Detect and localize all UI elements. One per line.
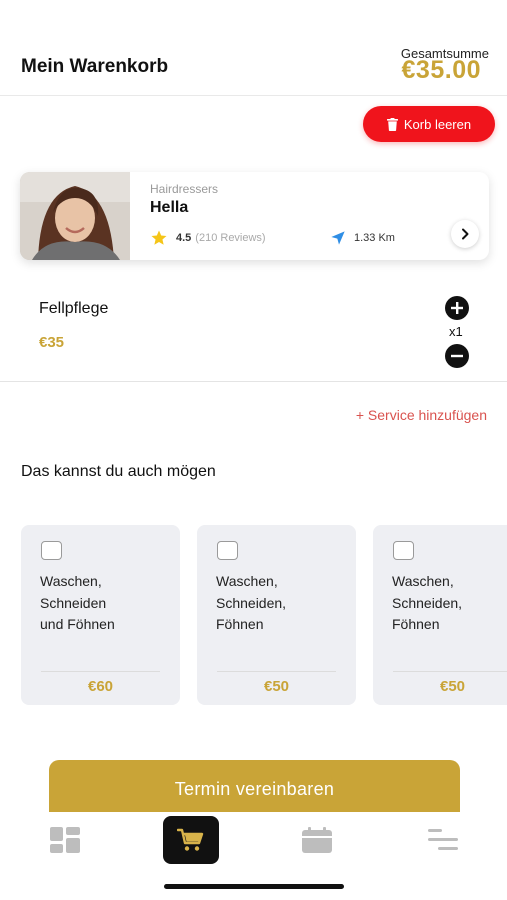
- calendar-icon: [302, 827, 332, 853]
- recommendation-label: Waschen, Schneiden, Föhnen: [216, 573, 287, 632]
- salon-card[interactable]: Hairdressers Hella 4.5 (210 Reviews) 1.3…: [20, 172, 489, 260]
- recommendation-label: Waschen, Schneiden, Föhnen: [392, 573, 463, 632]
- recommendation-card[interactable]: Waschen, Schneiden, Föhnen €50: [373, 525, 507, 705]
- select-checkbox[interactable]: [217, 541, 238, 560]
- plus-icon: [451, 302, 463, 314]
- tab-menu[interactable]: [415, 816, 471, 864]
- location-arrow-icon: [331, 231, 345, 245]
- tab-dashboard[interactable]: [37, 816, 93, 864]
- divider: [41, 671, 160, 672]
- minus-icon: [451, 354, 463, 358]
- recommendation-price: €60: [87, 678, 114, 695]
- tab-cart[interactable]: [163, 816, 219, 864]
- tab-calendar[interactable]: [289, 816, 345, 864]
- recommendation-price: €50: [263, 678, 290, 695]
- home-indicator: [164, 884, 344, 889]
- cart-item: Fellpflege €35 x1: [0, 284, 507, 382]
- salon-name: Hella: [150, 199, 189, 216]
- salon-category: Hairdressers: [150, 182, 219, 196]
- cart-icon: [177, 828, 204, 851]
- select-checkbox[interactable]: [41, 541, 62, 560]
- recommendations-title: Das kannst du auch mögen: [21, 463, 216, 480]
- rating-value: 4.5: [176, 232, 192, 244]
- page-title: Mein Warenkorb: [21, 56, 169, 77]
- salon-detail-button[interactable]: [451, 220, 479, 248]
- header: Mein Warenkorb Gesamtsumme €35.00: [0, 0, 507, 96]
- distance-value: 1.33 Km: [354, 232, 395, 244]
- recommendation-card[interactable]: Waschen, Schneiden und Föhnen €60: [21, 525, 180, 705]
- cart-item-name: Fellpflege: [39, 300, 109, 317]
- select-checkbox[interactable]: [393, 541, 414, 560]
- increase-quantity-button[interactable]: [445, 296, 469, 320]
- book-appointment-button[interactable]: Termin vereinbaren: [49, 760, 460, 820]
- recommendation-label: Waschen, Schneiden und Föhnen: [40, 573, 115, 632]
- quantity-value: x1: [449, 324, 463, 339]
- recommendation-price: €50: [439, 678, 466, 695]
- salon-rating: 4.5 (210 Reviews): [150, 229, 266, 247]
- star-icon: [151, 230, 167, 245]
- menu-icon: [428, 829, 458, 850]
- total-value: €35.00: [401, 56, 481, 84]
- salon-distance: 1.33 Km: [330, 230, 395, 246]
- cart-item-price: €35: [39, 334, 65, 351]
- chevron-right-icon: [462, 228, 469, 240]
- decrease-quantity-button[interactable]: [445, 344, 469, 368]
- clear-cart-label: Korb leeren: [403, 116, 472, 132]
- dashboard-icon: [50, 827, 80, 853]
- trash-icon: [386, 117, 398, 131]
- salon-avatar: [20, 172, 130, 260]
- recommendation-card[interactable]: Waschen, Schneiden, Föhnen €50: [197, 525, 356, 705]
- divider: [217, 671, 336, 672]
- clear-cart-button[interactable]: Korb leeren: [363, 106, 495, 142]
- review-count: (210 Reviews): [195, 232, 266, 244]
- add-service-link[interactable]: + Service hinzufügen: [356, 407, 487, 423]
- divider: [393, 671, 507, 672]
